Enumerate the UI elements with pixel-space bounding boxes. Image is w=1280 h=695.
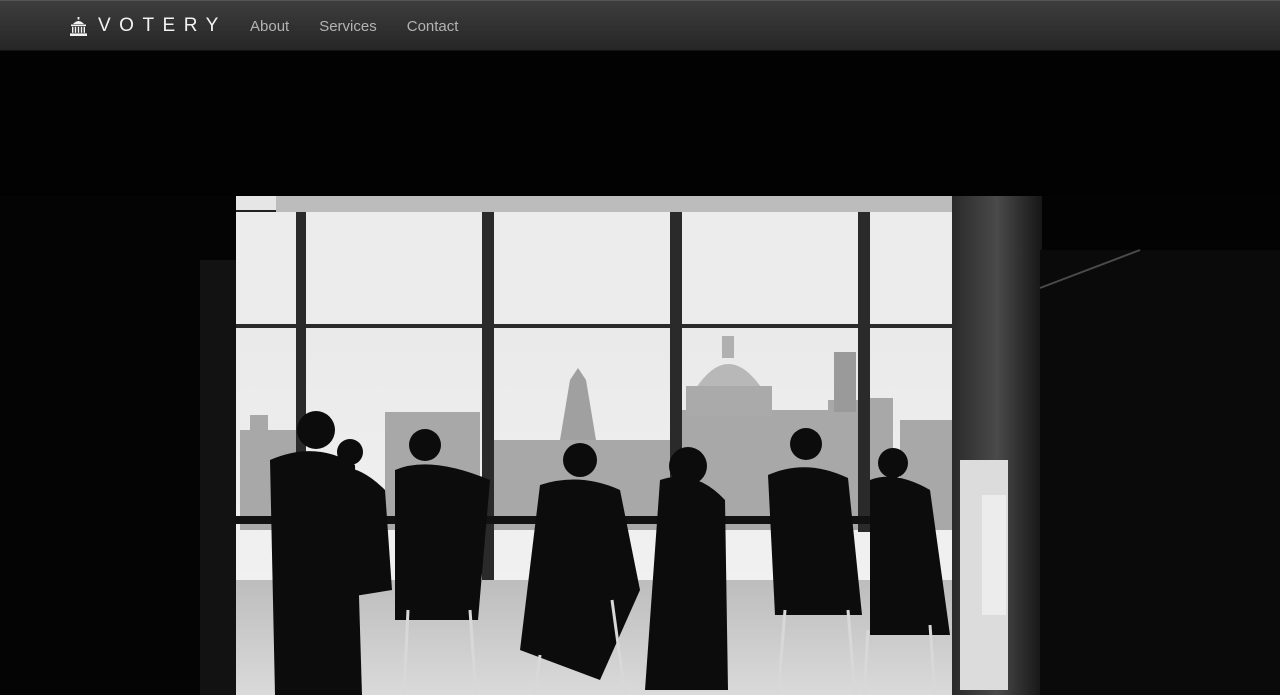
top-navbar: VOTERY About Services Contact — [0, 0, 1280, 51]
brand-name: VOTERY — [98, 15, 227, 36]
hero-section — [0, 51, 1280, 695]
nav-link-services[interactable]: Services — [319, 17, 377, 37]
nav-link-about[interactable]: About — [250, 17, 289, 37]
brand-logo-link[interactable]: VOTERY — [70, 15, 227, 37]
capitol-building-icon — [70, 16, 87, 36]
nav-link-contact[interactable]: Contact — [407, 17, 459, 37]
hero-image — [0, 51, 1280, 695]
main-nav: About Services Contact — [250, 1, 488, 52]
